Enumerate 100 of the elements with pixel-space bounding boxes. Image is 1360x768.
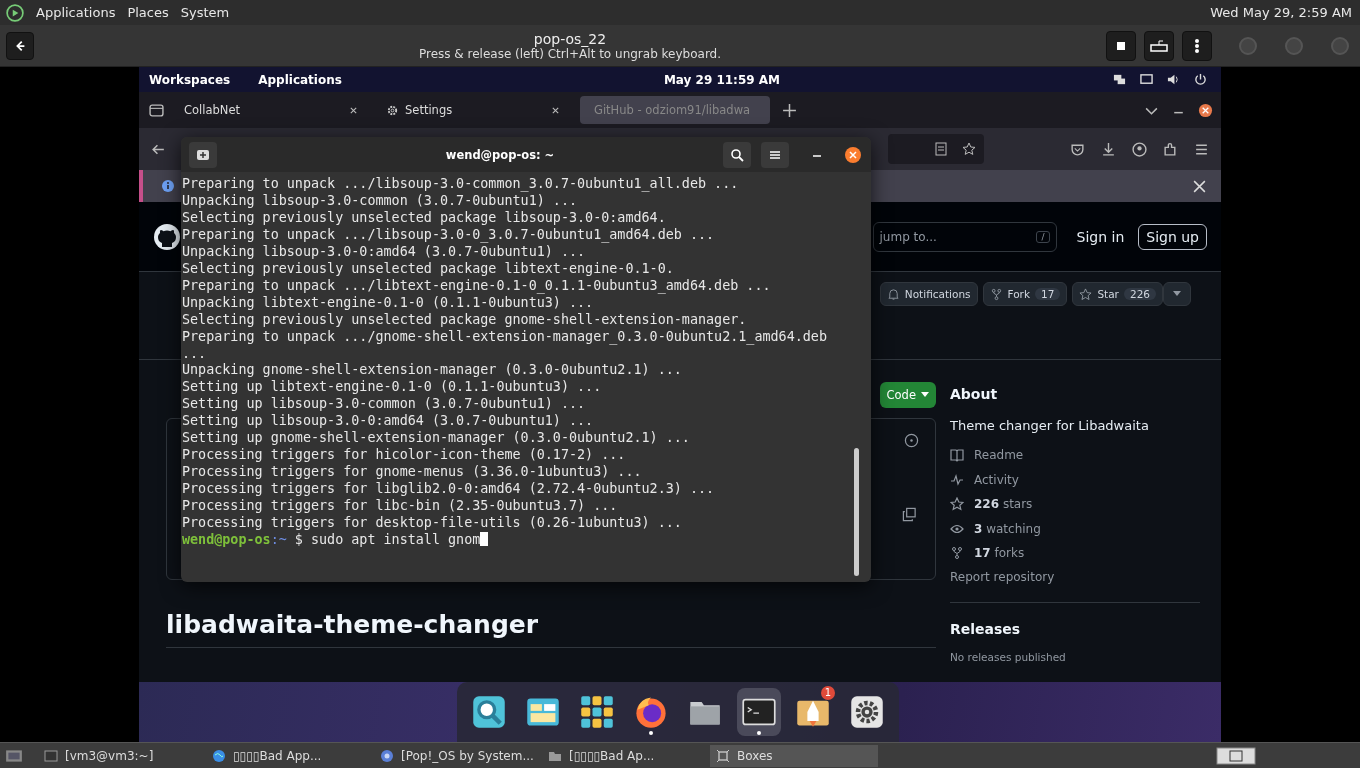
sidebar-link[interactable]: 3 watching [974,521,1041,536]
copy-icon[interactable] [902,507,917,522]
taskbar-item[interactable]: Boxes [710,744,878,767]
repo-action-button[interactable]: Star 226 [1072,282,1163,306]
browser-tab[interactable]: Settings [378,96,568,124]
taskbar-item[interactable]: [▯▯▯▯Bad Ap... [542,744,710,767]
search-field[interactable]: jump to... / [872,221,1057,252]
close-icon[interactable] [1198,102,1213,118]
taskbar-item[interactable]: [vm3@vm3:~] [38,744,206,767]
shortcut-key: / [1036,230,1050,243]
terminal-line: Preparing to unpack .../libsoup-3.0-0_3.0.7-0ubuntu1_amd64.deb ... [182,226,716,244]
star-icon[interactable] [962,142,976,156]
star-dropdown-button[interactable] [1163,282,1191,306]
code-button[interactable]: Code [879,382,936,408]
terminal-line: Processing triggers for libglib2.0-0:amd64 (2.72.4-0ubuntu2.3) ... [182,481,716,499]
terminal-line: Setting up libsoup-3.0-common (3.0.7-0ubuntu1) ... [182,396,587,414]
terminal-line: Preparing to unpack .../gnome-shell-extension-manager_0.3.0-0ubuntu2.1_amd64.deb ... [182,328,828,363]
fork-icon [989,287,1003,301]
magnifier-icon [471,694,507,730]
terminal-prompt[interactable]: wend@pop-os:~ $ sudo apt install gnom [182,532,854,549]
workspace-icon[interactable] [1214,746,1258,765]
terminal-line: Processing triggers for gnome-menus (3.36.0-1ubuntu3) ... [182,464,643,482]
star-icon [950,497,964,512]
close-icon[interactable] [845,146,861,163]
new-tab-icon[interactable] [782,102,797,118]
panel-clock: Wed May 29, 2:59 AM [1210,5,1352,20]
report-link[interactable]: Report repository [950,569,1200,584]
keyboard-button[interactable] [1144,30,1174,61]
sidebar-link[interactable]: 226 stars [974,497,1033,512]
terminal-line: Preparing to unpack .../libtext-engine-0.1-0_0.1.1-0ubuntu3_amd64.deb ... [182,277,772,295]
top-bar-clock[interactable]: May 29 11:59 AM [663,72,781,87]
new-tab-button[interactable] [189,141,217,168]
menu-button[interactable] [761,141,789,168]
scrollbar[interactable] [854,448,859,576]
stop-button[interactable] [1106,30,1136,61]
caret-icon [1173,291,1181,297]
repo-description: Theme changer for Libadwaita [950,418,1150,433]
display-icon[interactable] [1140,73,1153,86]
sidebar-link[interactable]: 17 forks [974,546,1025,561]
volume-icon[interactable] [1167,73,1180,86]
panel-menu[interactable]: Places [127,5,169,20]
panel-menu[interactable]: System [180,5,230,20]
panel-menu[interactable]: Applications [36,5,116,20]
sign-in-link[interactable]: Sign in [1076,228,1125,245]
close-icon[interactable] [1192,178,1207,194]
search-icon [730,147,744,162]
pulse-icon [950,472,964,487]
bell-icon [886,287,900,301]
repo-action-button[interactable]: Fork 17 [982,282,1068,306]
browser-tab[interactable]: CollabNet [176,96,366,124]
tab-overview-icon[interactable] [149,102,164,118]
notification-badge: 1 [821,686,835,700]
close-icon[interactable] [349,105,358,115]
network-icon[interactable] [1113,73,1126,86]
boxes-icon [716,748,730,763]
repo-action-button[interactable]: Notifications [879,282,978,306]
terminal-line: Selecting previously unselected package gnome-shell-extension-manager. [182,311,748,329]
terminal-line: Setting up libsoup-3.0-0:amd64 (3.0.7-0ubuntu1) ... [182,413,595,431]
running-indicator [649,731,653,735]
gear-icon [849,694,885,730]
sign-up-button[interactable]: Sign up [1138,223,1207,250]
top-bar-item[interactable]: Workspaces [149,72,231,87]
reader-view-icon[interactable] [934,142,948,156]
gnome-foot-icon[interactable] [6,3,24,22]
menu-button[interactable] [1182,30,1212,61]
app-grid-icon [579,694,615,730]
dock-app[interactable]: 1 [791,688,835,736]
terminal-line: Selecting previously unselected package libsoup-3.0-0:amd64. [182,209,667,227]
terminal-line: Selecting previously unselected package libtext-engine-0.1-0. [182,260,675,278]
help-icon[interactable] [904,433,919,448]
download-icon[interactable] [1101,141,1116,157]
stop-icon [1116,40,1126,51]
terminal-line: Unpacking libtext-engine-0.1-0 (0.1.1-0ubuntu3) ... [182,294,595,312]
power-icon[interactable] [1194,73,1207,86]
terminal-line: Preparing to unpack .../libsoup-3.0-common_3.0.7-0ubuntu1_all.deb ... [182,176,740,193]
taskbar-item[interactable]: [Pop!_OS by System... [374,744,542,767]
terminal-line: Setting up libtext-engine-0.1-0 (0.1.1-0ubuntu3) ... [182,379,603,397]
close-icon[interactable] [551,105,560,115]
plus-icon [196,147,210,162]
sidebar-link[interactable]: Activity [974,472,1019,487]
search-button[interactable] [723,141,751,168]
terminal-line: Processing triggers for hicolor-icon-theme (0.17-2) ... [182,447,627,465]
extensions-icon[interactable] [1163,141,1178,157]
dock-app[interactable] [737,688,781,736]
terminal-title: wend@pop-os: ~ [445,147,555,162]
readme-heading: libadwaita-theme-changer [166,610,936,648]
taskbar-item[interactable]: ▯▯▯▯Bad App... [206,744,374,767]
fox-globe-icon [633,694,669,730]
top-bar-item[interactable]: Applications [258,72,342,87]
running-indicator [757,731,761,735]
github-logo-icon[interactable] [153,222,181,251]
address-bar[interactable] [888,134,984,164]
caret-icon [921,392,929,398]
window-title: pop-os_22 [533,30,607,47]
back-button[interactable] [6,31,34,60]
terminal-line: Processing triggers for libc-bin (2.35-0ubuntu3.7) ... [182,498,619,516]
releases-heading[interactable]: Releases [950,620,1200,637]
terminal-icon [44,748,58,763]
account-icon[interactable] [1132,141,1147,157]
sidebar-link[interactable]: Readme [974,448,1024,463]
